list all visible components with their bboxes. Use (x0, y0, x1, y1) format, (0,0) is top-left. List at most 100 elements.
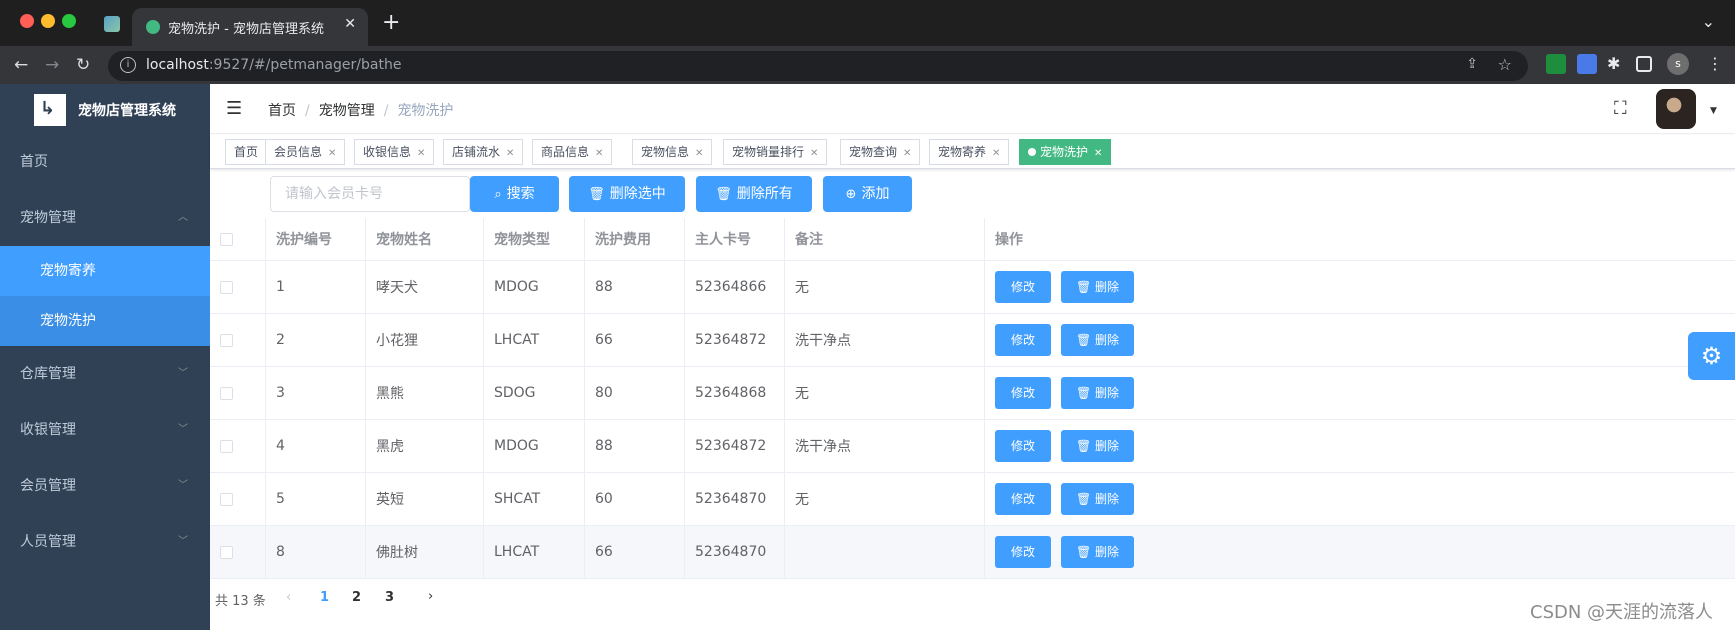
tag-pet-info[interactable]: 宠物信息 ✕ (632, 139, 713, 165)
close-icon[interactable]: ✕ (417, 148, 425, 159)
select-all-checkbox[interactable] (220, 232, 233, 246)
tag-home[interactable]: 首页 (225, 139, 268, 165)
row-checkbox[interactable] (220, 333, 233, 347)
row-checkbox[interactable] (220, 545, 233, 559)
close-icon[interactable]: ✕ (810, 148, 818, 159)
row-select-cell (210, 367, 266, 419)
back-icon[interactable]: ← (14, 55, 28, 75)
address-bar[interactable]: i localhost:9527/#/petmanager/bathe ⇪ ☆ (108, 51, 1528, 81)
delete-button[interactable]: 🗑 删除 (1061, 271, 1134, 303)
edit-button[interactable]: 修改 (995, 536, 1051, 568)
edit-button[interactable]: 修改 (995, 271, 1051, 303)
search-button[interactable]: ⌕ 搜索 (470, 176, 559, 212)
close-icon[interactable]: ✕ (903, 148, 911, 159)
sidebar-item-members[interactable]: 会员管理 ﹀ (0, 458, 210, 514)
sidebar-item-home[interactable]: 首页 (0, 134, 210, 190)
tag-pet-bathing[interactable]: 宠物洗护 ✕ (1019, 139, 1112, 165)
tab-group-icon[interactable] (104, 16, 120, 32)
row-checkbox[interactable] (220, 280, 233, 294)
page-2[interactable]: 2 (352, 590, 361, 605)
delete-button[interactable]: 🗑 删除 (1061, 536, 1134, 568)
row-select-cell (210, 473, 266, 525)
edit-button[interactable]: 修改 (995, 430, 1051, 462)
tag-product-info[interactable]: 商品信息 ✕ (532, 139, 613, 165)
tab-search-chevron-icon[interactable]: ⌄ (1702, 12, 1715, 31)
trash-icon: 🗑 (588, 187, 605, 202)
tag-pet-sales-ranking[interactable]: 宠物销量排行 ✕ (723, 139, 828, 165)
tag-pet-query[interactable]: 宠物查询 ✕ (840, 139, 921, 165)
profile-avatar[interactable]: s (1667, 53, 1689, 75)
sidebar-item-pet-management[interactable]: 宠物管理 ︿ (0, 190, 210, 246)
chevron-down-icon: ﹀ (178, 424, 188, 435)
prev-page-icon[interactable]: ‹ (286, 590, 291, 605)
operations-cell: 修改 🗑 删除 (985, 261, 1735, 313)
chrome-menu-icon[interactable]: ⋮ (1707, 54, 1723, 73)
extension-translate-icon[interactable] (1577, 54, 1597, 74)
close-icon[interactable]: ✕ (506, 148, 514, 159)
extensions-icon[interactable]: ✱ (1607, 54, 1627, 74)
row-checkbox[interactable] (220, 439, 233, 453)
settings-gear-button[interactable]: ⚙ (1688, 332, 1735, 380)
caret-down-icon[interactable]: ▼ (1710, 106, 1717, 116)
sidebar-icon[interactable] (1636, 56, 1652, 72)
sidebar-item-pet-boarding[interactable]: 宠物寄养 (0, 246, 210, 296)
page-3[interactable]: 3 (385, 590, 394, 605)
edit-button[interactable]: 修改 (995, 483, 1051, 515)
page-1[interactable]: 1 (320, 590, 329, 605)
sidebar-item-label: 宠物管理 (20, 210, 76, 226)
bathe-id-cell: 8 (266, 526, 366, 578)
maximize-window-button[interactable] (62, 14, 76, 28)
remark-cell: 无 (785, 367, 985, 419)
close-window-button[interactable] (20, 14, 34, 28)
delete-selected-button[interactable]: 🗑 删除选中 (569, 176, 685, 212)
add-button[interactable]: ⊕ 添加 (823, 176, 912, 212)
close-icon[interactable]: ✕ (695, 148, 703, 159)
main-content: ☰ 首页 / 宠物管理 / 宠物洗护 ⛶ ▼ 首页 会员信息 ✕ 收银信息 ✕ 店铺流水 ✕ … (210, 84, 1735, 630)
sidebar-title: 宠物店管理系统 (78, 103, 176, 119)
plus-circle-icon: ⊕ (845, 187, 857, 202)
fullscreen-icon[interactable]: ⛶ (1614, 98, 1627, 119)
info-icon[interactable]: i (120, 57, 136, 73)
breadcrumb-home[interactable]: 首页 (268, 103, 296, 119)
row-checkbox[interactable] (220, 492, 233, 506)
delete-button[interactable]: 🗑 删除 (1061, 483, 1134, 515)
new-tab-button[interactable]: + (382, 10, 400, 35)
tag-cashier-info[interactable]: 收银信息 ✕ (354, 139, 435, 165)
close-icon[interactable]: ✕ (1094, 148, 1102, 159)
star-icon[interactable]: ☆ (1498, 55, 1512, 74)
sidebar-item-cashier[interactable]: 收银管理 ﹀ (0, 402, 210, 458)
member-card-search-input[interactable] (270, 176, 470, 212)
user-avatar[interactable] (1656, 89, 1696, 129)
share-icon[interactable]: ⇪ (1466, 56, 1478, 72)
tag-pet-boarding[interactable]: 宠物寄养 ✕ (929, 139, 1010, 165)
row-checkbox[interactable] (220, 386, 233, 400)
breadcrumb-pet-management[interactable]: 宠物管理 (319, 103, 375, 119)
sidebar-item-warehouse[interactable]: 仓库管理 ﹀ (0, 346, 210, 402)
edit-button[interactable]: 修改 (995, 377, 1051, 409)
forward-icon[interactable]: → (45, 55, 59, 75)
close-icon[interactable]: ✕ (328, 148, 336, 159)
next-page-icon[interactable]: › (428, 589, 433, 604)
delete-button[interactable]: 🗑 删除 (1061, 377, 1134, 409)
close-icon[interactable]: ✕ (595, 148, 603, 159)
delete-button[interactable]: 🗑 删除 (1061, 324, 1134, 356)
pet-type-cell: SDOG (484, 367, 585, 419)
browser-tab-active[interactable]: 宠物洗护 - 宠物店管理系统 ✕ (132, 8, 368, 46)
column-header: 主人卡号 (685, 218, 785, 260)
pet-name-cell: 佛肚树 (366, 526, 484, 578)
delete-button[interactable]: 🗑 删除 (1061, 430, 1134, 462)
delete-all-button[interactable]: 🗑 删除所有 (696, 176, 812, 212)
close-icon[interactable]: ✕ (992, 148, 1000, 159)
hamburger-icon[interactable]: ☰ (226, 98, 242, 119)
tag-store-flow[interactable]: 店铺流水 ✕ (443, 139, 524, 165)
sidebar-item-pet-bathing[interactable]: 宠物洗护 (0, 296, 210, 346)
sidebar-logo[interactable]: ↳ 宠物店管理系统 (0, 84, 210, 134)
close-tab-icon[interactable]: ✕ (344, 16, 356, 32)
tag-member-info[interactable]: 会员信息 ✕ (265, 139, 346, 165)
reload-icon[interactable]: ↻ (76, 55, 90, 75)
extension-on-icon[interactable] (1546, 54, 1566, 74)
minimize-window-button[interactable] (41, 14, 55, 28)
sidebar-item-staff[interactable]: 人员管理 ﹀ (0, 514, 210, 570)
table-row: 8 佛肚树 LHCAT 66 52364870 修改 🗑 删除 (210, 526, 1735, 579)
edit-button[interactable]: 修改 (995, 324, 1051, 356)
